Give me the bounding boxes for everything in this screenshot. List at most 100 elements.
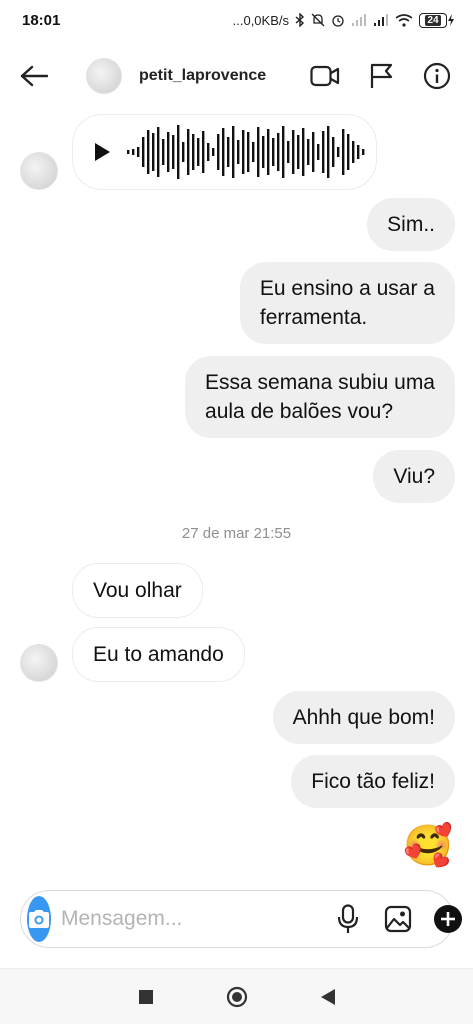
alarm-icon [331,13,345,27]
message-text: Viu? [393,465,435,488]
waveform-bar [162,139,165,165]
camera-icon[interactable] [27,896,51,942]
message-text-line: Eu ensino a usar a [259,277,435,300]
bluetooth-icon [295,13,305,27]
info-icon[interactable] [421,60,453,92]
wifi-icon [395,13,413,27]
waveform-bar [182,142,185,162]
waveform-bar [157,127,160,177]
waveform-bar [312,132,315,172]
waveform-bar [292,130,295,174]
waveform-bar [337,147,340,157]
message-bubble-outgoing[interactable]: Ahhh que bom! [272,691,455,744]
waveform-bar [317,144,320,160]
audio-message[interactable] [72,114,377,190]
chat-header: petit_laprovence [0,46,473,106]
status-icons: ...0,0KB/s 24 [232,12,455,28]
message-text: Eu to amando [93,643,224,666]
waveform-bar [232,126,235,178]
system-nav-bar [0,968,473,1024]
home-icon[interactable] [217,977,257,1017]
message-thread[interactable]: Sim.. Eu ensino a usar a ferramenta. Ess… [0,106,473,886]
plus-icon[interactable] [432,903,464,935]
message-text-line: aula de balões vou? [205,400,394,423]
back-arrow-icon[interactable] [16,58,52,94]
waveform-bar [342,129,345,175]
waveform-bar [177,125,180,179]
back-icon[interactable] [308,977,348,1017]
waveform-bar [222,128,225,176]
waveform-bar [237,140,240,164]
message-bubble-outgoing[interactable]: Essa semana subiu uma aula de balões vou… [185,356,455,438]
video-call-icon[interactable] [309,60,341,92]
gallery-icon[interactable] [382,903,414,935]
signal-icon [373,14,389,26]
waveform-bar [152,133,155,171]
waveform-bar [137,147,140,157]
message-bubble-outgoing[interactable]: Eu ensino a usar a ferramenta. [239,262,455,344]
header-avatar[interactable] [86,58,122,94]
waveform-bar [262,136,265,168]
message-text: Ahhh que bom! [292,706,435,729]
message-text-line: ferramenta. [259,306,368,329]
waveform-bar [302,128,305,176]
waveform-bar [142,137,145,167]
message-bubble-incoming[interactable]: Vou olhar [72,563,203,618]
waveform-bar [347,134,350,170]
network-speed: ...0,0KB/s [232,12,289,28]
recent-apps-icon[interactable] [126,977,166,1017]
sender-avatar[interactable] [20,152,58,190]
message-text: Fico tão feliz! [311,770,435,793]
mute-icon [311,13,325,27]
waveform-bar [282,126,285,178]
waveform-bar [267,129,270,175]
waveform-bar [207,143,210,161]
waveform-bar [332,137,335,167]
flag-icon[interactable] [365,60,397,92]
waveform-bar [132,149,135,155]
waveform-bar [322,131,325,173]
waveform-bar [227,137,230,167]
waveform-bar [352,141,355,163]
message-bubble-incoming[interactable]: Eu to amando [72,627,245,682]
waveform-bar [217,134,220,170]
waveform-bar [192,134,195,170]
emoji-message[interactable]: 🥰 [403,822,453,870]
waveform-bar [272,138,275,166]
status-bar: 18:01 ...0,0KB/s 24 [0,0,473,40]
waveform-bar [167,132,170,172]
waveform-bar [257,127,260,177]
battery-level: 24 [425,14,441,26]
waveform-bar [242,130,245,174]
message-bubble-outgoing[interactable]: Viu? [373,450,455,503]
message-text: Vou olhar [93,579,182,602]
battery-icon: 24 [419,12,455,28]
waveform-bar [197,138,200,166]
waveform-bar [187,129,190,175]
message-input[interactable] [61,907,332,931]
waveform-bar [362,149,365,155]
message-text-line: Essa semana subiu uma [205,371,435,394]
waveform-bar [212,148,215,156]
status-time: 18:01 [22,11,61,29]
waveform-bar [287,141,290,163]
waveform-bar [252,142,255,162]
message-composer [20,890,462,948]
message-text: Sim.. [387,213,435,236]
microphone-icon[interactable] [332,903,364,935]
message-bubble-outgoing[interactable]: Sim.. [367,198,455,251]
audio-waveform [127,125,365,179]
waveform-bar [202,131,205,173]
waveform-bar [127,150,130,154]
signal-icon [351,14,367,26]
waveform-bar [357,145,360,159]
waveform-bar [327,126,330,178]
chat-username[interactable]: petit_laprovence [139,67,309,85]
waveform-bar [307,139,310,165]
waveform-bar [147,130,150,174]
message-bubble-outgoing[interactable]: Fico tão feliz! [291,755,455,808]
sender-avatar[interactable] [20,644,58,682]
play-icon[interactable] [91,141,113,163]
waveform-bar [247,132,250,172]
waveform-bar [277,133,280,171]
